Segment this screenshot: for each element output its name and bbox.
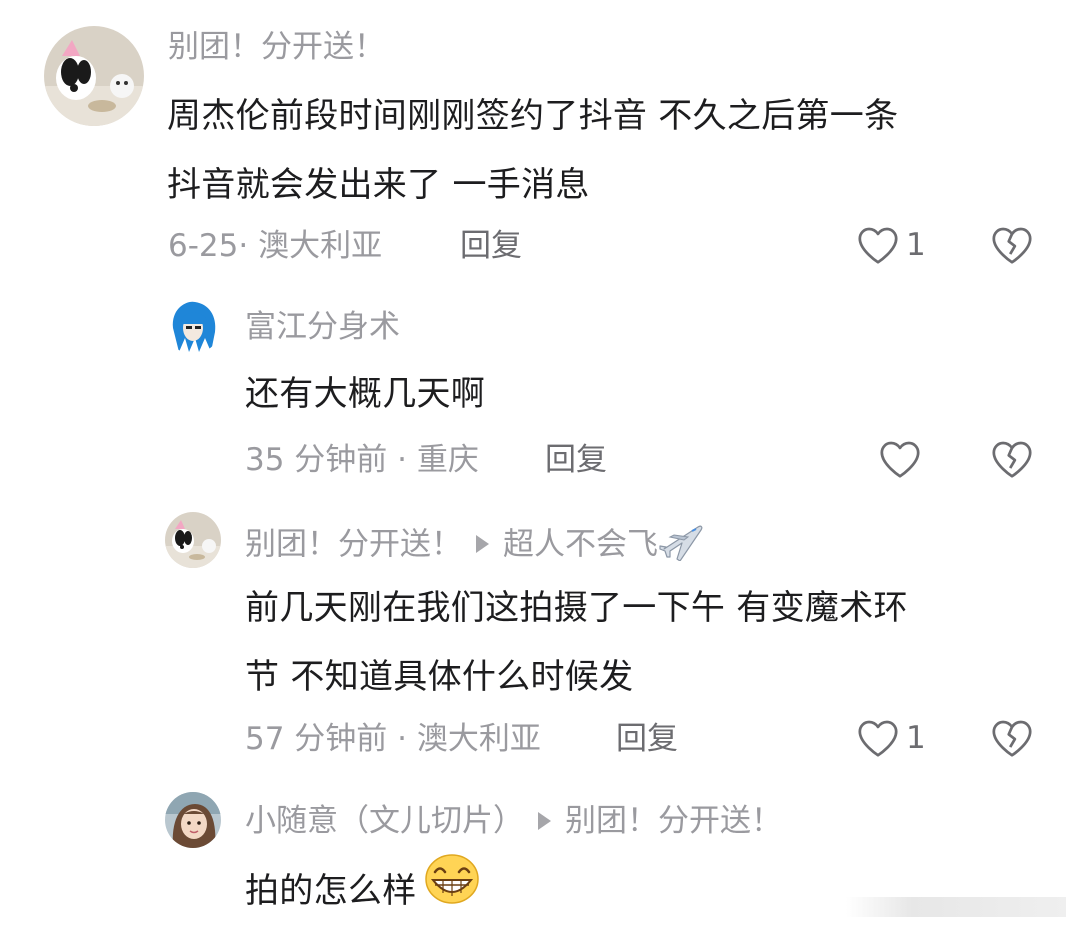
comment-text: 拍的怎么样 <box>245 852 481 930</box>
triangle-right-icon <box>476 535 489 553</box>
comment-text-line: 前几天刚在我们这拍摄了一下午 有变魔术环 <box>245 588 908 628</box>
comment-username: 别团！分开送！ 超人不会飞 <box>245 521 704 571</box>
broken-heart-icon <box>992 227 1032 264</box>
comment-text: 周杰伦前段时间刚刚签约了抖音 不久之后第一条 抖音就会发出来了 一手消息 <box>167 82 898 220</box>
avatar[interactable] <box>44 26 144 126</box>
broken-heart-icon <box>992 441 1032 478</box>
reply-button[interactable]: 回复 <box>460 226 522 266</box>
airplane-emoji <box>658 521 704 571</box>
comment-text-line: 还有大概几天啊 <box>245 374 486 414</box>
comment-meta: 57 分钟前 · 澳大利亚 <box>245 721 541 757</box>
like-button[interactable] <box>878 439 922 479</box>
comment-author[interactable]: 别团！分开送！ <box>245 527 462 563</box>
reply-button[interactable]: 回复 <box>545 440 607 480</box>
like-button[interactable]: 1 <box>856 225 926 265</box>
avatar[interactable] <box>165 512 221 568</box>
comment-text-line: 抖音就会发出来了 一手消息 <box>167 165 590 205</box>
watermark <box>846 897 1066 917</box>
broken-heart-icon <box>992 720 1032 757</box>
grinning-face-emoji <box>423 852 481 930</box>
triangle-right-icon <box>538 811 551 830</box>
comment-author[interactable]: 小随意（文儿切片） <box>245 803 524 839</box>
comment-text-line: 拍的怎么样 <box>245 870 417 911</box>
like-button[interactable]: 1 <box>856 718 926 758</box>
comment-meta: 6-25· 澳大利亚 <box>168 228 383 264</box>
heart-outline-icon <box>880 441 920 478</box>
like-count: 1 <box>906 720 926 756</box>
comment-text-line: 周杰伦前段时间刚刚签约了抖音 不久之后第一条 <box>167 96 899 136</box>
avatar[interactable] <box>165 792 221 848</box>
comment-text: 前几天刚在我们这拍摄了一下午 有变魔术环 节 不知道具体什么时候发 <box>245 574 908 712</box>
reply-to-user[interactable]: 超人不会飞 <box>503 527 658 563</box>
comment-username[interactable]: 富江分身术 <box>245 307 400 347</box>
reply-button[interactable]: 回复 <box>616 719 678 759</box>
comment-text-line: 节 不知道具体什么时候发 <box>245 657 634 697</box>
heart-outline-icon <box>858 720 898 757</box>
dislike-button[interactable] <box>990 225 1034 269</box>
heart-outline-icon <box>858 227 898 264</box>
dislike-button[interactable] <box>990 718 1034 762</box>
comment-text: 还有大概几天啊 <box>245 360 485 429</box>
dislike-button[interactable] <box>990 439 1034 483</box>
comment-meta: 35 分钟前 · 重庆 <box>245 442 479 478</box>
reply-to-user[interactable]: 别团！分开送！ <box>565 803 782 839</box>
avatar[interactable] <box>165 298 221 354</box>
comment-username: 小随意（文儿切片） 别团！分开送！ <box>245 801 782 841</box>
like-count: 1 <box>906 227 926 263</box>
comment-username[interactable]: 别团！分开送！ <box>168 27 385 67</box>
